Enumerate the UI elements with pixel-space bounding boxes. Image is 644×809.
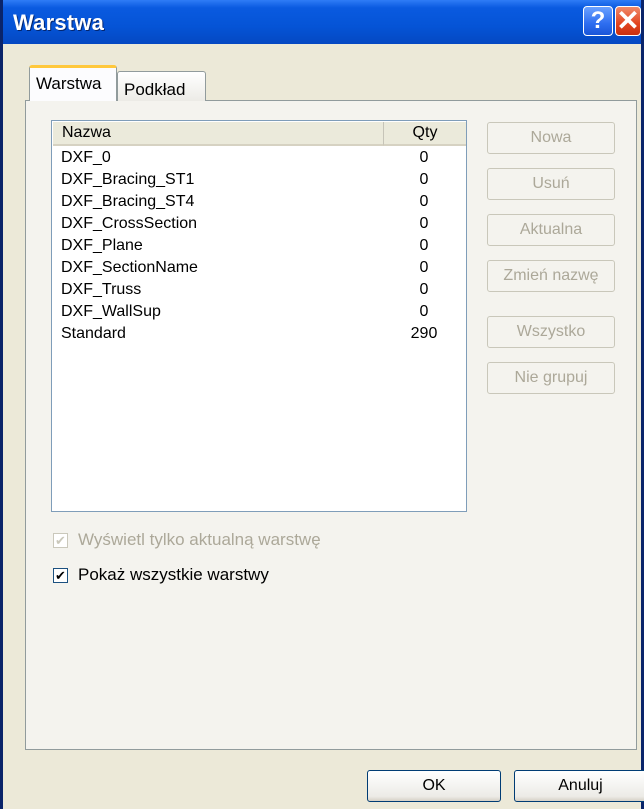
layer-name: DXF_Bracing_ST4: [61, 193, 195, 210]
list-item[interactable]: DXF_Bracing_ST4 0: [52, 192, 466, 214]
help-button[interactable]: ?: [583, 6, 613, 36]
column-header-nazwa[interactable]: Nazwa: [53, 122, 384, 146]
list-item[interactable]: DXF_Truss 0: [52, 280, 466, 302]
layer-name: DXF_SectionName: [61, 259, 198, 276]
layer-name: DXF_CrossSection: [61, 215, 198, 232]
layer-name: DXF_WallSup: [61, 303, 161, 320]
ok-button[interactable]: OK: [367, 770, 501, 802]
layer-qty: 0: [419, 237, 429, 254]
layer-qty: 290: [410, 325, 438, 342]
tab-podklad[interactable]: Podkład: [117, 71, 206, 101]
set-current-button[interactable]: Aktualna: [487, 214, 615, 246]
checkbox-check-icon: ✔: [53, 533, 68, 548]
show-current-only-label: Wyświetl tylko aktualną warstwę: [78, 530, 321, 549]
column-header-qty[interactable]: Qty: [384, 122, 466, 146]
tab-warstwa[interactable]: Warstwa: [29, 65, 117, 101]
layer-name: DXF_Truss: [61, 281, 142, 298]
new-layer-button[interactable]: Nowa: [487, 122, 615, 154]
layer-qty: 0: [419, 215, 429, 232]
show-all-layers-label: Pokaż wszystkie warstwy: [78, 565, 269, 584]
layer-list[interactable]: Nazwa Qty DXF_0 0 DXF_Bracing_ST1 0 DXF_Br…: [51, 120, 467, 512]
list-item[interactable]: DXF_WallSup 0: [52, 302, 466, 324]
select-all-button[interactable]: Wszystko: [487, 316, 615, 348]
checkbox-check-icon: ✔: [53, 568, 68, 583]
cancel-button[interactable]: Anuluj: [514, 770, 644, 802]
layer-qty: 0: [419, 171, 429, 188]
delete-layer-button[interactable]: Usuń: [487, 168, 615, 200]
layer-qty: 0: [419, 281, 429, 298]
window-title: Warstwa: [13, 10, 105, 35]
layer-name: Standard: [61, 325, 126, 342]
list-item[interactable]: Standard 290: [52, 324, 466, 346]
title-bar[interactable]: Warstwa ? ✕: [3, 0, 641, 44]
list-item[interactable]: DXF_0 0: [52, 148, 466, 170]
ungroup-button[interactable]: Nie grupuj: [487, 362, 615, 394]
layer-name: DXF_Bracing_ST1: [61, 171, 195, 188]
list-item[interactable]: DXF_Bracing_ST1 0: [52, 170, 466, 192]
layer-name: DXF_0: [61, 149, 111, 166]
list-header: Nazwa Qty: [52, 121, 466, 146]
dialog-window: Warstwa ? ✕ Warstwa Podkład Nazwa Qty DX…: [0, 0, 644, 809]
layer-name: DXF_Plane: [61, 237, 143, 254]
layer-qty: 0: [419, 193, 429, 210]
layer-qty: 0: [419, 303, 429, 320]
list-item[interactable]: DXF_SectionName 0: [52, 258, 466, 280]
layer-qty: 0: [419, 149, 429, 166]
list-item[interactable]: DXF_CrossSection 0: [52, 214, 466, 236]
layer-qty: 0: [419, 259, 429, 276]
close-button[interactable]: ✕: [615, 6, 641, 36]
rename-layer-button[interactable]: Zmień nazwę: [487, 260, 615, 292]
list-item[interactable]: DXF_Plane 0: [52, 236, 466, 258]
